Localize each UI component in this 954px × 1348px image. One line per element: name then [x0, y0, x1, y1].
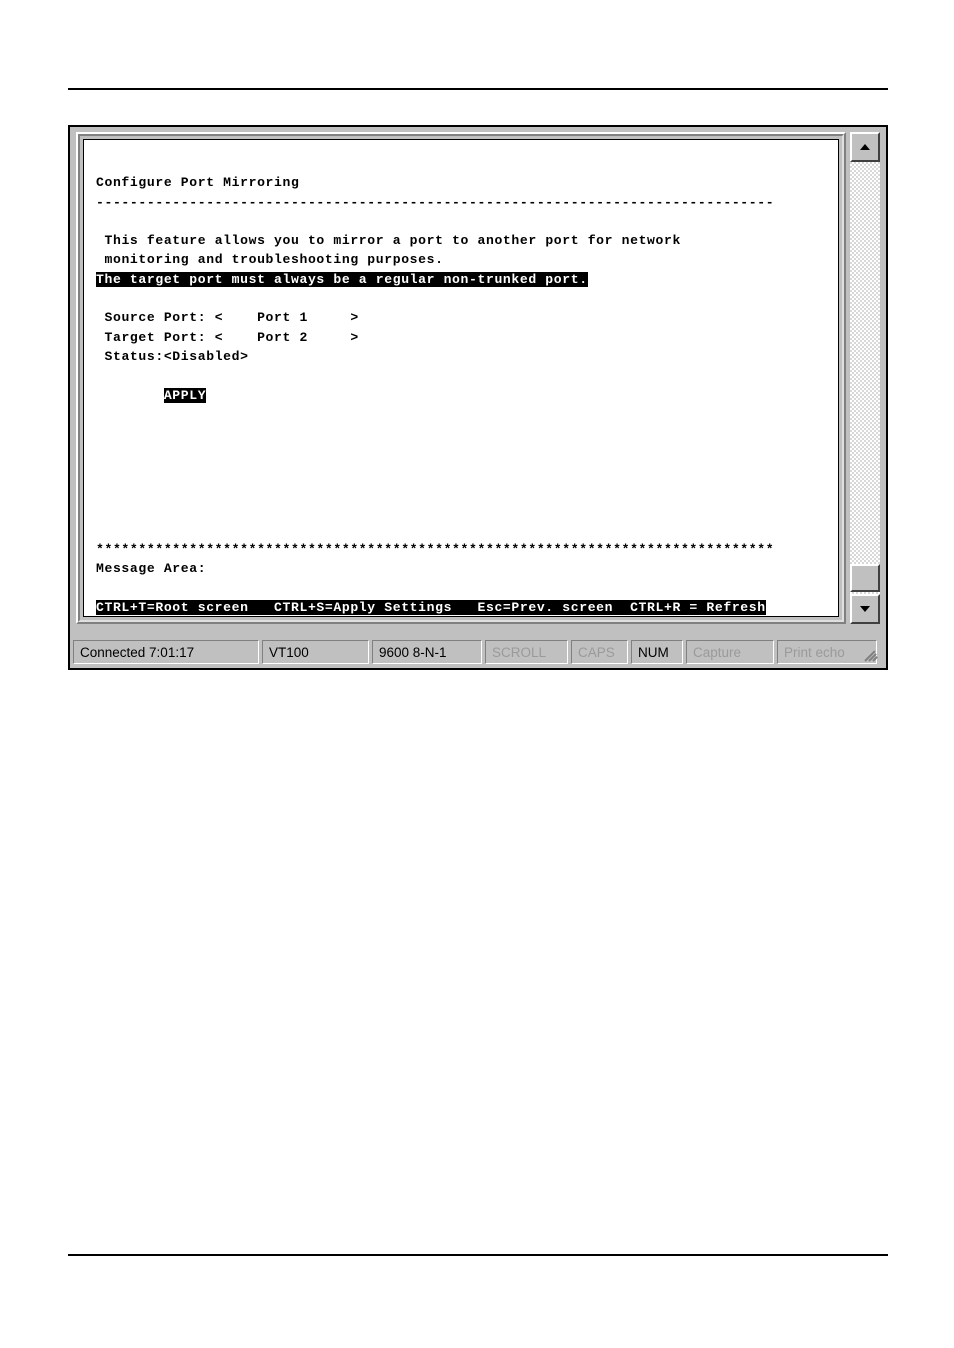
target-port-row[interactable]: Target Port: < Port 2 >	[104, 330, 358, 345]
status-bar: Connected 7:01:17 VT100 9600 8-N-1 SCROL…	[72, 638, 884, 666]
top-horizontal-rule	[68, 88, 888, 90]
triangle-up-glyph	[860, 144, 870, 150]
message-area-label: Message Area:	[96, 561, 207, 577]
hyperterminal-window: Configure Port Mirroring ---------------…	[68, 125, 888, 670]
scrollbar-thumb[interactable]	[850, 564, 880, 592]
terminal-client-area: Configure Port Mirroring ---------------…	[72, 129, 884, 632]
apply-button[interactable]: APPLY	[163, 387, 207, 403]
screen-separator: ----------------------------------------…	[96, 194, 775, 210]
status-line-settings: 9600 8-N-1	[372, 640, 482, 664]
bottom-horizontal-rule	[68, 1254, 888, 1256]
description-line-2: monitoring and troubleshooting purposes.	[104, 252, 444, 268]
description-line-1: This feature allows you to mirror a port…	[104, 233, 681, 249]
screen-title: Configure Port Mirroring	[96, 175, 300, 191]
status-num-indicator: NUM	[631, 640, 683, 664]
terminal-screen-bevel-outer: Configure Port Mirroring ---------------…	[76, 132, 846, 624]
status-caps-indicator: CAPS	[571, 640, 628, 664]
terminal-text: Configure Port Mirroring ---------------…	[84, 140, 838, 616]
asterisk-rule: ****************************************…	[96, 541, 775, 557]
status-connected: Connected 7:01:17	[73, 640, 259, 664]
highlighted-note: The target port must always be a regular…	[96, 271, 588, 287]
status-emulation: VT100	[262, 640, 369, 664]
status-capture-indicator[interactable]: Capture	[686, 640, 774, 664]
scroll-down-arrow-icon[interactable]	[850, 594, 880, 624]
scrollbar-track[interactable]	[850, 162, 880, 594]
source-port-row[interactable]: Source Port: < Port 1 >	[104, 310, 358, 325]
key-help-bar: CTRL+T=Root screen CTRL+S=Apply Settings…	[96, 599, 766, 615]
triangle-down-glyph	[860, 606, 870, 612]
terminal-screen-bevel-inner: Configure Port Mirroring ---------------…	[78, 134, 844, 622]
vertical-scrollbar[interactable]	[850, 132, 880, 624]
terminal-screen[interactable]: Configure Port Mirroring ---------------…	[83, 139, 839, 617]
status-row[interactable]: Status:<Disabled>	[104, 349, 248, 364]
resize-grip-icon[interactable]	[863, 645, 881, 663]
scroll-up-arrow-icon[interactable]	[850, 132, 880, 162]
status-scroll-indicator: SCROLL	[485, 640, 568, 664]
status-print-echo-indicator[interactable]: Print echo	[777, 640, 877, 664]
